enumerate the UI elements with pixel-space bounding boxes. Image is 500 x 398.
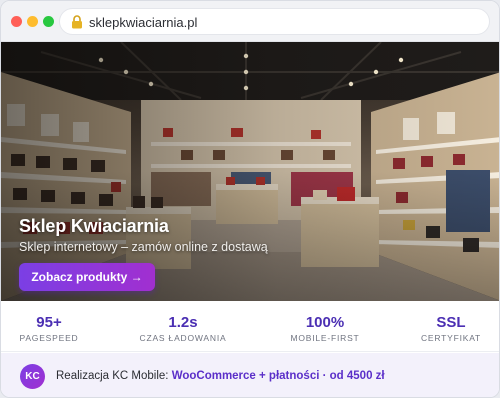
view-products-button[interactable]: Zobacz produkty → bbox=[19, 263, 155, 291]
stat-value: 95+ bbox=[36, 314, 62, 331]
stat-mobile-first: 100% MOBILE-FIRST bbox=[265, 314, 385, 344]
stat-label: CERTYFIKAT bbox=[420, 333, 482, 343]
stat-label: MOBILE-FIRST bbox=[290, 333, 360, 343]
footer-credit: KC Realizacja KC Mobile: WooCommerce + p… bbox=[1, 353, 499, 397]
footer-prefix: Realizacja KC Mobile: bbox=[56, 370, 172, 382]
stat-value: 1.2s bbox=[168, 314, 198, 331]
hero-title: Sklep Kwiaciarnia bbox=[19, 216, 169, 236]
maximize-window-button[interactable] bbox=[43, 16, 54, 27]
offer-link[interactable]: WooCommerce + płatności · od 4500 zł bbox=[172, 370, 385, 382]
url-text: sklepkwiaciarnia.pl bbox=[89, 15, 198, 30]
minimize-window-button[interactable] bbox=[27, 16, 38, 27]
stat-value: 100% bbox=[305, 314, 345, 331]
stat-label: PAGESPEED bbox=[19, 333, 79, 343]
stats-bar: 95+ PAGESPEED 1.2s CZAS ŁADOWANIA 100% M… bbox=[1, 301, 499, 352]
hero-banner: Sklep Kwiaciarnia Sklep internetowy – za… bbox=[1, 42, 499, 301]
stat-value: SSL bbox=[436, 314, 466, 331]
stat-ssl: SSL CERTYFIKAT bbox=[391, 314, 499, 344]
close-window-button[interactable] bbox=[11, 16, 22, 27]
lock-icon bbox=[72, 15, 82, 29]
browser-toolbar: sklepkwiaciarnia.pl bbox=[1, 1, 499, 42]
stat-load-time: 1.2s CZAS ŁADOWANIA bbox=[123, 314, 243, 344]
address-bar[interactable]: sklepkwiaciarnia.pl bbox=[59, 8, 490, 35]
browser-window: sklepkwiaciarnia.pl Sklep Kwiaciarnia Sk… bbox=[0, 0, 500, 398]
stat-pagespeed: 95+ PAGESPEED bbox=[1, 314, 109, 344]
stat-label: CZAS ŁADOWANIA bbox=[139, 333, 227, 343]
footer-text: Realizacja KC Mobile: WooCommerce + płat… bbox=[56, 370, 385, 382]
hero-subtitle: Sklep internetowy – zamów online z dosta… bbox=[19, 240, 268, 254]
avatar: KC bbox=[20, 364, 45, 389]
